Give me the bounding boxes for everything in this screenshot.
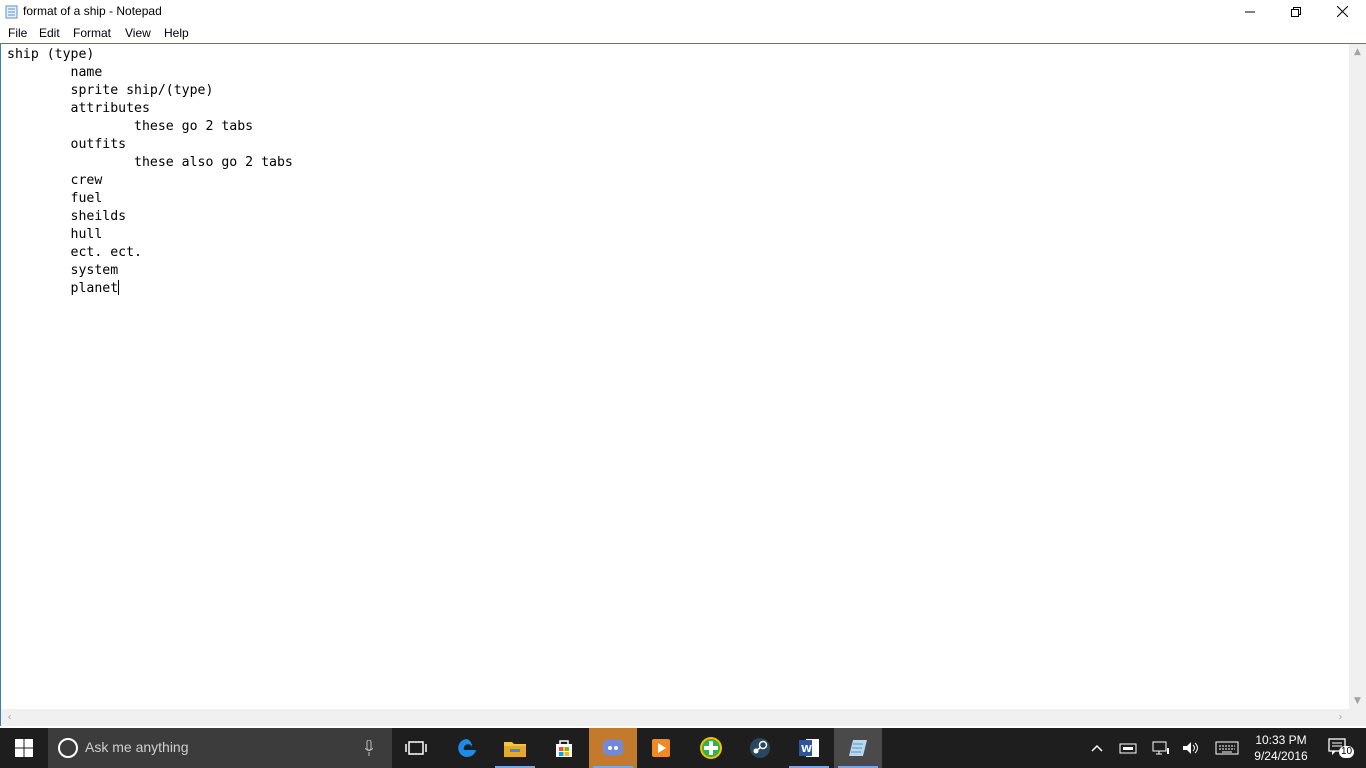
- network-button[interactable]: [1150, 728, 1172, 768]
- minimize-icon: [1245, 11, 1255, 12]
- line-8: crew: [7, 173, 103, 188]
- scroll-left-icon[interactable]: ‹: [1, 709, 18, 726]
- line-3: sprite ship/(type): [7, 83, 214, 98]
- device-icon: [1119, 743, 1137, 754]
- volume-button[interactable]: [1180, 728, 1202, 768]
- clock-date: 9/24/2016: [1254, 749, 1308, 763]
- line-12: ect. ect.: [7, 245, 142, 260]
- menu-help[interactable]: Help: [164, 26, 189, 40]
- horizontal-scrollbar[interactable]: ‹ ›: [1, 709, 1349, 726]
- scroll-up-icon[interactable]: ▲: [1349, 44, 1366, 61]
- notepad-icon: [5, 4, 18, 19]
- restore-button[interactable]: [1273, 0, 1319, 23]
- minimize-button[interactable]: [1227, 0, 1273, 23]
- volume-icon: [1183, 742, 1198, 754]
- scroll-right-icon[interactable]: ›: [1332, 709, 1349, 726]
- media-player-button[interactable]: [637, 728, 685, 768]
- keyboard-button[interactable]: [1212, 728, 1242, 768]
- action-center-button[interactable]: 10: [1320, 728, 1360, 768]
- discord-icon: [603, 740, 623, 755]
- line-4: attributes: [7, 101, 150, 116]
- notepad-icon: [849, 740, 867, 756]
- windows-logo-icon: [15, 739, 33, 757]
- clock[interactable]: 10:33 PM 9/24/2016: [1248, 732, 1314, 764]
- svg-text:W: W: [801, 744, 812, 755]
- restore-icon: [1291, 6, 1301, 17]
- search-box[interactable]: Ask me anything: [48, 728, 392, 768]
- line-1: ship (type): [7, 47, 95, 62]
- text-editor[interactable]: ship (type) name sprite ship/(type) attr…: [7, 46, 293, 298]
- close-icon: [1336, 6, 1348, 17]
- menu-bar: File Edit Format View Help: [0, 23, 1366, 43]
- clock-time: 10:33 PM: [1255, 733, 1307, 747]
- line-5: these go 2 tabs: [7, 119, 254, 134]
- line-2: name: [7, 65, 103, 80]
- file-explorer-icon: [504, 742, 526, 757]
- task-view-icon: [405, 741, 427, 755]
- device-tray-button[interactable]: [1117, 728, 1139, 768]
- vertical-scrollbar[interactable]: ▲ ▼: [1349, 44, 1366, 710]
- line-14: planet: [7, 281, 119, 296]
- cortana-icon: [58, 738, 78, 758]
- line-13: system: [7, 263, 119, 278]
- chevron-up-icon: [1091, 744, 1103, 752]
- line-11: hull: [7, 227, 103, 242]
- word-icon: W: [799, 739, 819, 757]
- steam-button[interactable]: [736, 728, 784, 768]
- network-icon: [1152, 741, 1169, 755]
- menu-edit[interactable]: Edit: [39, 26, 60, 40]
- scrollbar-corner: [1349, 709, 1366, 726]
- notification-count-badge: 10: [1339, 746, 1355, 758]
- edge-icon: [458, 739, 476, 757]
- window-title: format of a ship - Notepad: [23, 4, 162, 18]
- line-7: these also go 2 tabs: [7, 155, 293, 170]
- green-plus-app-button[interactable]: [687, 728, 735, 768]
- taskbar: Ask me anything W 10:33 PM 9/24/2016 10: [0, 728, 1366, 768]
- task-view-button[interactable]: [392, 728, 440, 768]
- line-10: sheilds: [7, 209, 127, 224]
- edge-button[interactable]: [443, 728, 491, 768]
- search-placeholder: Ask me anything: [85, 739, 189, 755]
- line-6: outfits: [7, 137, 127, 152]
- file-explorer-button[interactable]: [491, 728, 539, 768]
- menu-format[interactable]: Format: [73, 26, 111, 40]
- steam-icon: [750, 738, 770, 758]
- microphone-icon[interactable]: [364, 739, 374, 760]
- start-button[interactable]: [0, 728, 48, 768]
- word-button[interactable]: W: [785, 728, 833, 768]
- store-icon: [556, 740, 572, 757]
- close-button[interactable]: [1319, 0, 1365, 23]
- keyboard-icon: [1215, 741, 1239, 755]
- store-button[interactable]: [540, 728, 588, 768]
- menu-view[interactable]: View: [125, 26, 151, 40]
- title-bar: format of a ship - Notepad: [0, 0, 1366, 23]
- text-caret: [118, 280, 120, 295]
- media-player-icon: [652, 739, 670, 757]
- show-hidden-icons-button[interactable]: [1086, 728, 1108, 768]
- menu-file[interactable]: File: [8, 26, 27, 40]
- green-plus-app-icon: [700, 737, 722, 759]
- discord-button[interactable]: [589, 728, 637, 768]
- line-9: fuel: [7, 191, 103, 206]
- notepad-taskbar-button[interactable]: [834, 728, 882, 768]
- scroll-down-icon[interactable]: ▼: [1349, 693, 1366, 710]
